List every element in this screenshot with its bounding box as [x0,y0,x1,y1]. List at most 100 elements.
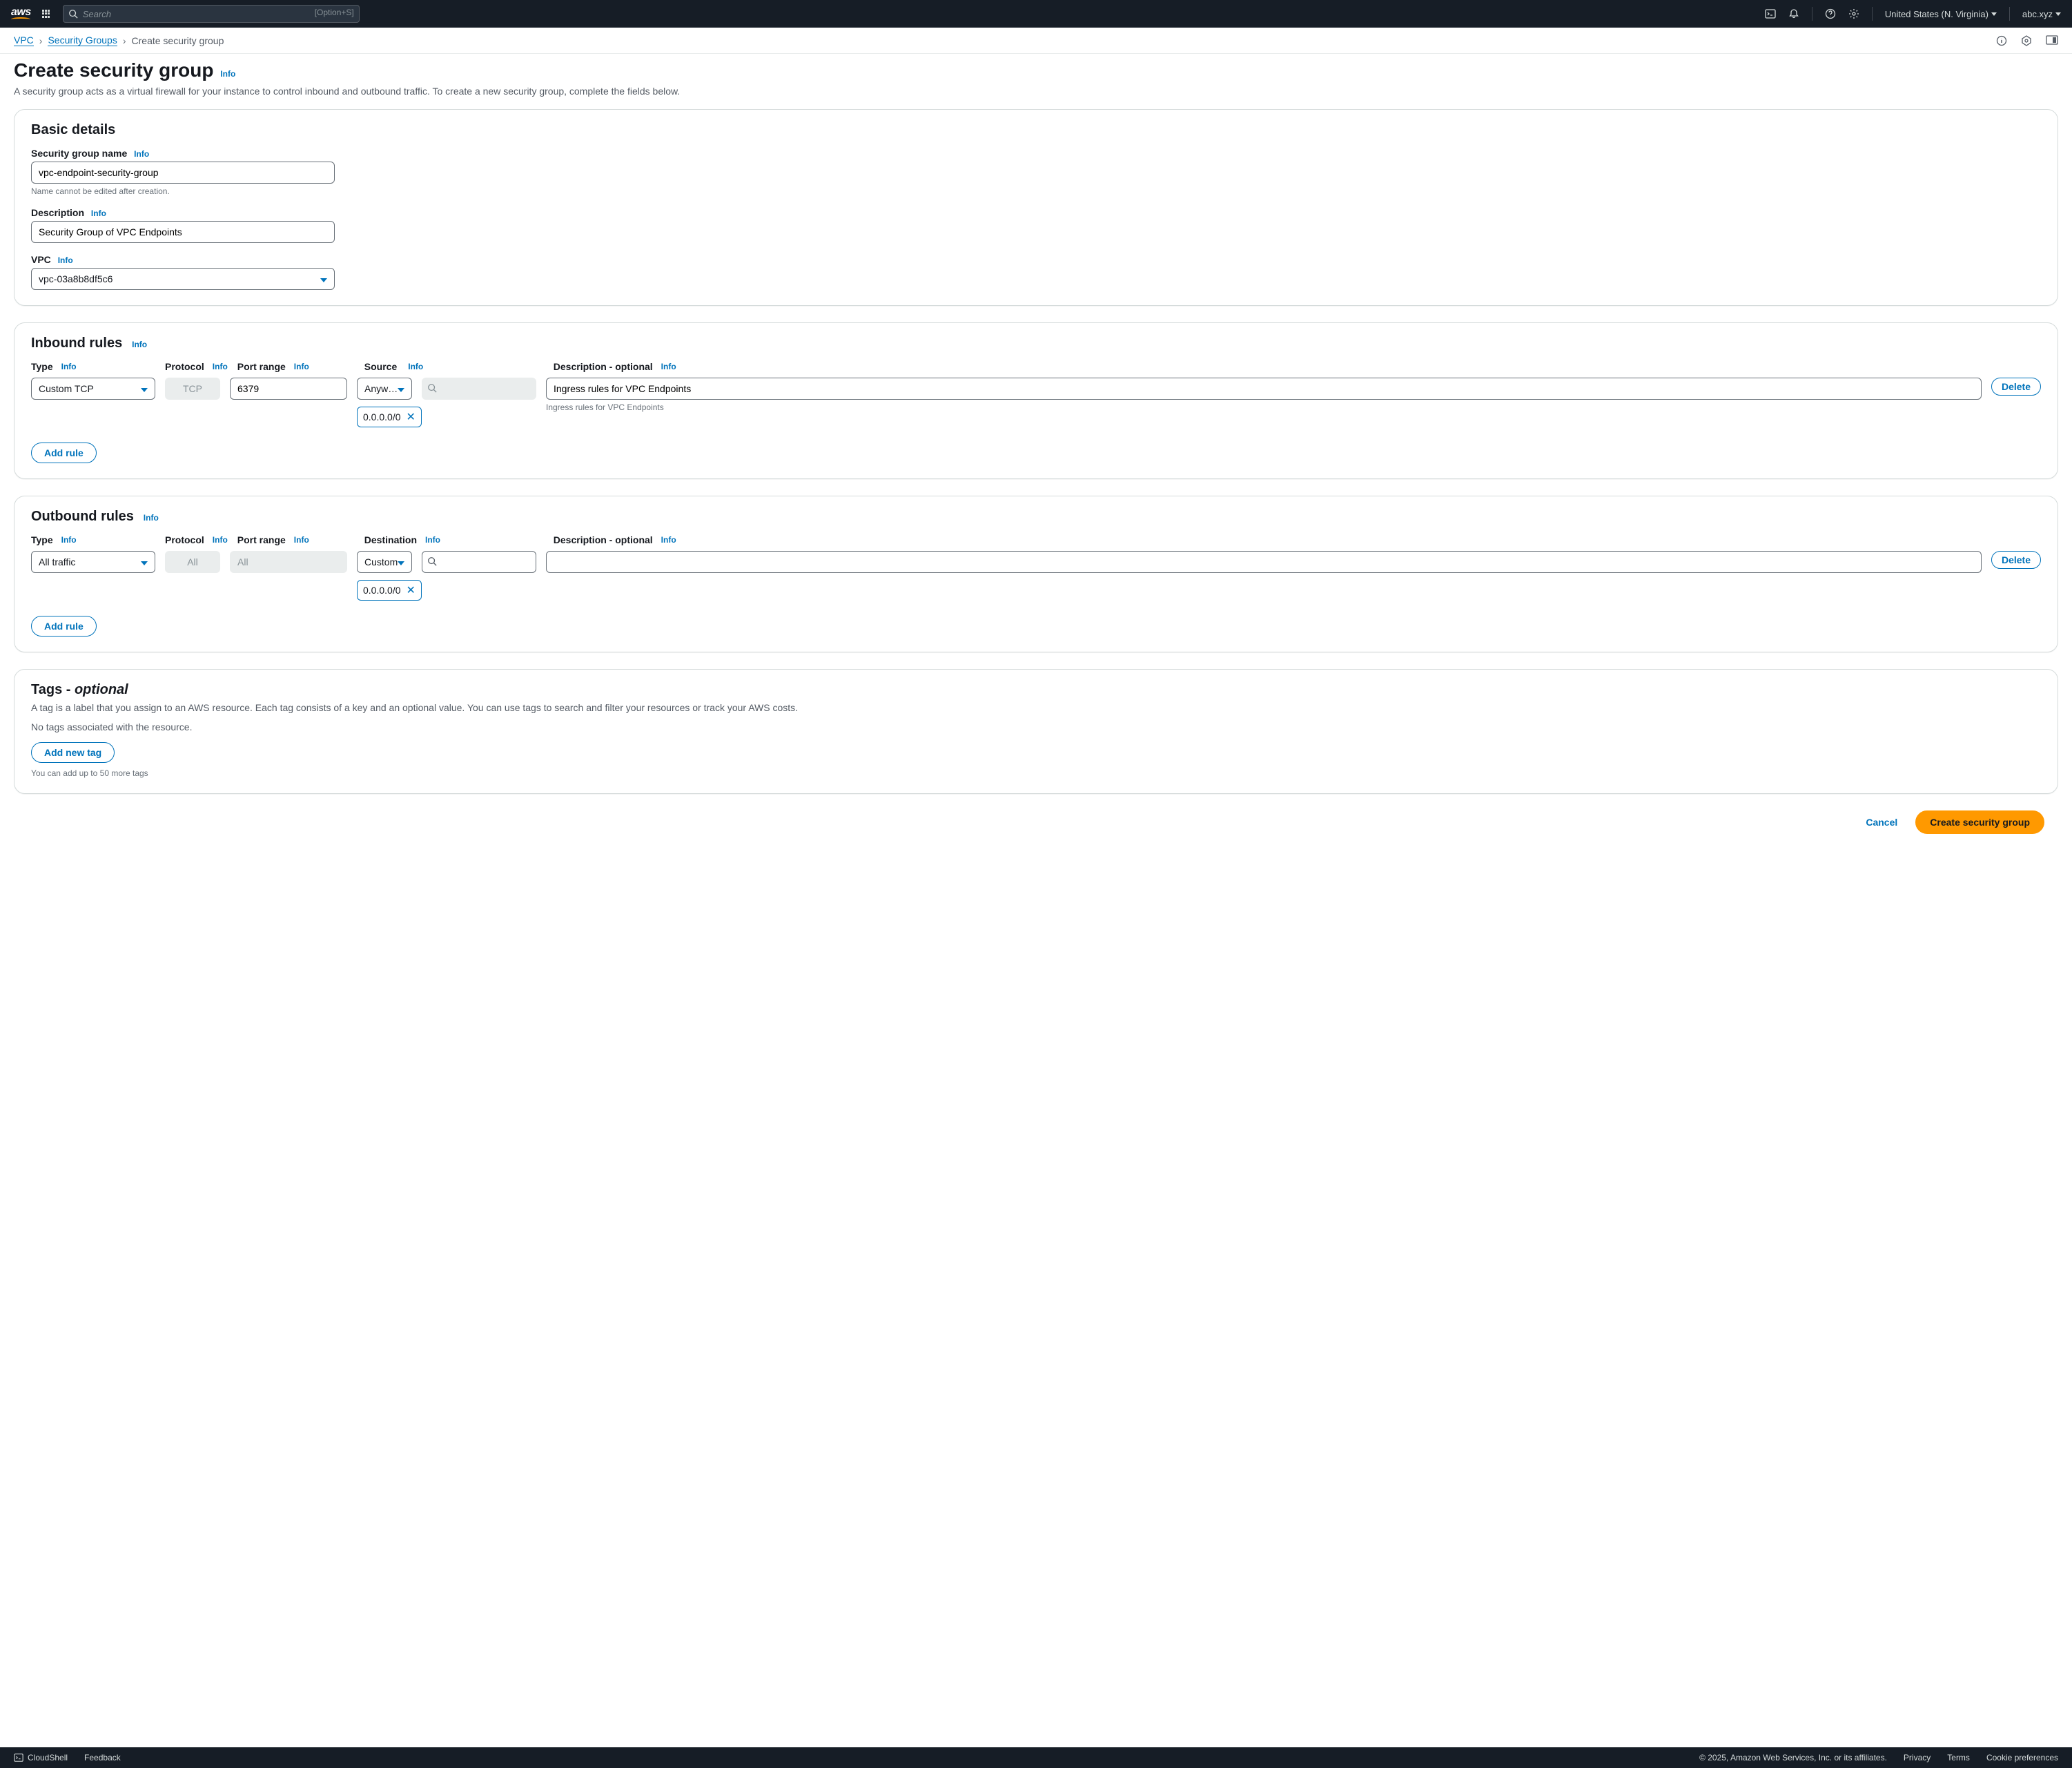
info-link[interactable]: Info [144,513,159,523]
rule-protocol-input [165,378,220,400]
field-label-sg-name: Security group name Info [31,148,2041,159]
sg-name-input[interactable] [31,162,335,184]
tags-panel: Tags - optional A tag is a label that yo… [14,669,2058,794]
title-part: Tags - [31,682,75,697]
feedback-link[interactable]: Feedback [84,1753,121,1762]
bottom-bar: CloudShell Feedback © 2025, Amazon Web S… [0,1747,2072,1768]
rule-type-select[interactable]: Custom TCP [31,378,155,400]
breadcrumb: VPC › Security Groups › Create security … [14,35,224,46]
rule-type-value: Custom TCP [39,383,94,394]
panel-title: Outbound rules [31,509,134,524]
info-link[interactable]: Info [58,255,73,265]
panel-title: Basic details [31,122,115,137]
info-link[interactable]: Info [294,535,309,545]
sg-name-hint: Name cannot be edited after creation. [31,186,2041,196]
inbound-rules-panel: Inbound rules Info TypeInfo ProtocolInfo… [14,322,2058,479]
cloudshell-icon[interactable] [1765,8,1776,19]
field-label-vpc: VPC Info [31,254,2041,265]
rule-source-search [422,378,536,400]
remove-token-icon[interactable]: ✕ [407,583,416,597]
caret-down-icon [141,383,148,394]
cancel-button[interactable]: Cancel [1859,810,1904,834]
remove-token-icon[interactable]: ✕ [407,410,416,424]
label-text: Security group name [31,148,127,159]
cidr-token: 0.0.0.0/0 ✕ [357,580,422,601]
cookie-preferences-link[interactable]: Cookie preferences [1986,1753,2058,1762]
rule-description-input[interactable] [546,551,1982,573]
account-selector[interactable]: abc.xyz [2022,9,2061,19]
info-link[interactable]: Info [425,535,440,545]
help-icon[interactable] [1825,8,1836,19]
top-nav: aws [Option+S] United States (N. Virgini… [0,0,2072,28]
label-text: Description [31,207,84,218]
panel-title: Tags - optional [31,682,128,697]
terms-link[interactable]: Terms [1947,1753,1970,1762]
add-outbound-rule-button[interactable]: Add rule [31,616,97,637]
col-header-protocol: Protocol [165,361,204,372]
crumb-current: Create security group [132,35,224,46]
notifications-icon[interactable] [1788,8,1799,19]
separator [1872,7,1873,21]
info-link[interactable]: Info [213,535,228,545]
info-link[interactable]: Info [132,340,147,349]
col-header-protocol: Protocol [165,534,204,545]
col-header-desc: Description - optional [554,361,653,372]
col-header-type: Type [31,534,53,545]
rule-description-hint: Ingress rules for VPC Endpoints [546,402,1982,412]
vpc-value: vpc-03a8b8df5c6 [39,273,113,284]
aws-logo[interactable]: aws [11,6,31,21]
region-selector[interactable]: United States (N. Virginia) [1885,9,1997,19]
create-security-group-button[interactable]: Create security group [1915,810,2044,834]
info-link[interactable]: Info [61,535,77,545]
settings-icon[interactable] [1848,8,1859,19]
tags-description: A tag is a label that you assign to an A… [31,702,2041,713]
rule-destination-search[interactable] [422,551,536,573]
col-header-port: Port range [237,361,286,372]
vpc-select[interactable]: vpc-03a8b8df5c6 [31,268,335,290]
page-actions: Cancel Create security group [14,810,2058,851]
cidr-value: 0.0.0.0/0 [363,411,401,422]
info-link[interactable]: Info [408,362,423,371]
info-link[interactable]: Info [220,69,235,79]
outbound-rules-panel: Outbound rules Info Type Info Protocol Inf… [14,496,2058,652]
cloudshell-button[interactable]: CloudShell [14,1753,68,1762]
rule-destination-value: Custom [364,556,398,567]
crumb-vpc[interactable]: VPC [14,35,34,46]
col-header-type: Type [31,361,53,372]
page-description: A security group acts as a virtual firew… [14,86,2058,97]
search-icon [427,556,437,566]
add-tag-button[interactable]: Add new tag [31,742,115,763]
col-header-desc: Description - optional [554,534,653,545]
rule-port-input[interactable] [230,378,347,400]
info-link[interactable]: Info [294,362,309,371]
rule-port-input [230,551,347,573]
caret-down-icon [2055,12,2061,16]
caret-down-icon [141,556,148,567]
tags-empty-text: No tags associated with the resource. [31,721,2041,732]
page-content: Create security group Info A security gr… [0,54,2072,892]
crumb-security-groups[interactable]: Security Groups [48,35,117,46]
info-panel-icon[interactable] [1996,35,2007,46]
preferences-icon[interactable] [2021,35,2032,46]
inbound-rule-row: Custom TCP Anyw… [31,378,2041,427]
caret-down-icon [398,383,404,394]
services-grid-icon[interactable] [42,9,52,19]
rule-type-select[interactable]: All traffic [31,551,155,573]
rule-destination-search-input[interactable] [422,551,536,573]
sg-description-input[interactable] [31,221,335,243]
info-link[interactable]: Info [661,535,676,545]
info-link[interactable]: Info [134,149,149,159]
info-link[interactable]: Info [661,362,676,371]
info-link[interactable]: Info [91,208,106,218]
rule-destination-select[interactable]: Custom [357,551,412,573]
add-inbound-rule-button[interactable]: Add rule [31,443,97,463]
privacy-link[interactable]: Privacy [1904,1753,1931,1762]
label-text: VPC [31,254,51,265]
rule-source-select[interactable]: Anyw… [357,378,412,400]
info-link[interactable]: Info [61,362,77,371]
split-panel-icon[interactable] [2046,35,2058,46]
delete-rule-button[interactable]: Delete [1991,551,2041,569]
info-link[interactable]: Info [213,362,228,371]
delete-rule-button[interactable]: Delete [1991,378,2041,396]
rule-description-input[interactable] [546,378,1982,400]
